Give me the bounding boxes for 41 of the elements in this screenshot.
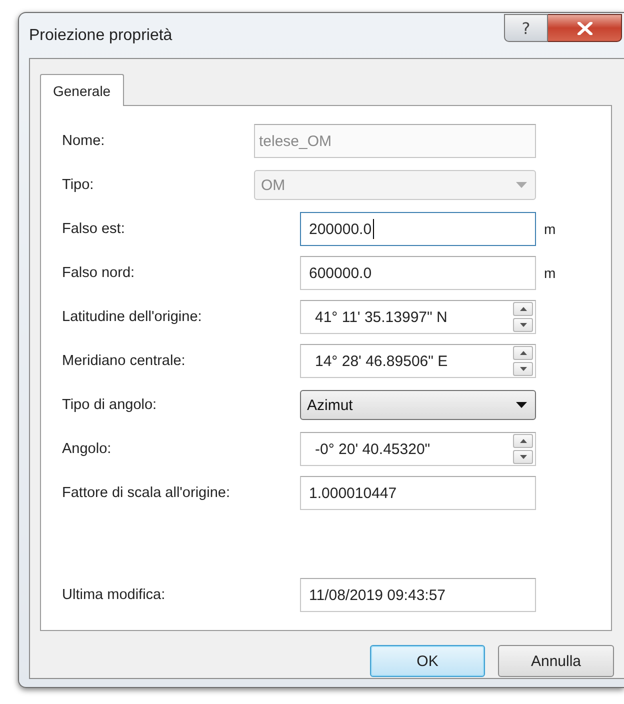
window-title: Proiezione proprietà (29, 27, 172, 45)
caret-icon (516, 402, 527, 408)
input-field[interactable]: 11/08/2019 09:43:57 (300, 578, 536, 612)
spin-up-button[interactable] (513, 434, 533, 448)
field-label: Meridiano centrale: (62, 353, 186, 369)
input-field[interactable]: 200000.0 (300, 212, 536, 246)
spin-field[interactable]: -0° 20' 40.45320" (300, 432, 536, 466)
field-label: Latitudine dell'origine: (62, 309, 203, 325)
field-label: Tipo di angolo: (62, 397, 158, 413)
cancel-button[interactable]: Annulla (498, 645, 614, 677)
up-arrow-icon (520, 351, 526, 355)
field-label: Fattore di scala all'origine: (62, 485, 231, 501)
spin-field[interactable]: 14° 28' 46.89506" E (300, 344, 536, 378)
unit-label: m (544, 221, 556, 237)
field-label: Falso nord: (62, 265, 136, 281)
tab[interactable]: Generale (40, 74, 124, 106)
field-label: Nome: (62, 133, 106, 149)
spin-field[interactable]: 41° 11' 35.13997" N (300, 300, 536, 334)
spin-up-button[interactable] (513, 302, 533, 316)
field-label: Ultima modifica: (62, 587, 166, 603)
down-arrow-icon (520, 323, 526, 327)
spin-up-button[interactable] (513, 346, 533, 360)
spin-down-button[interactable] (513, 362, 533, 376)
input-field[interactable]: 600000.0 (300, 256, 536, 290)
field-label: Tipo: (62, 177, 95, 193)
down-arrow-icon (520, 367, 526, 371)
unit-label: m (544, 265, 556, 281)
field-label: Angolo: (62, 441, 112, 457)
down-arrow-icon (520, 455, 526, 459)
close-button[interactable] (548, 14, 622, 42)
up-arrow-icon (520, 307, 526, 311)
input-field[interactable]: 1.000010447 (300, 476, 536, 510)
field-label: Falso est: (62, 221, 126, 237)
spin-down-button[interactable] (513, 450, 533, 464)
help-button[interactable]: ? (504, 14, 548, 42)
spin-down-button[interactable] (513, 318, 533, 332)
ok-button[interactable]: OK (370, 645, 485, 677)
caret-icon (516, 182, 527, 188)
close-icon (576, 22, 592, 34)
dropdown[interactable]: Azimut (300, 390, 536, 420)
up-arrow-icon (520, 439, 526, 443)
